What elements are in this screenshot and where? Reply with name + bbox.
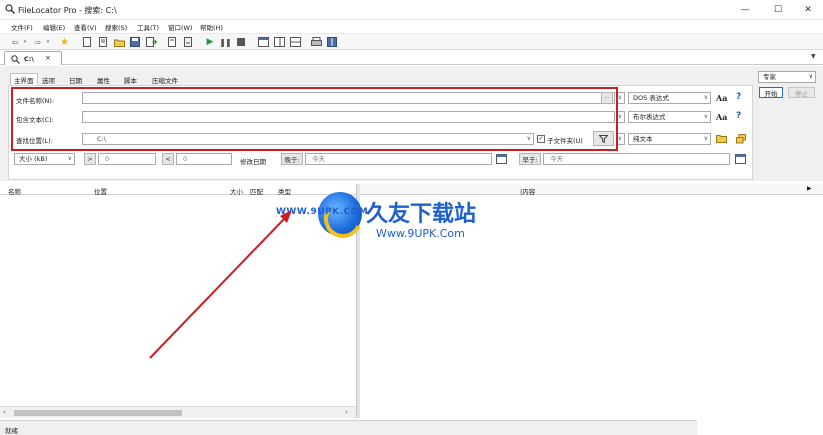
status-text: 就绪 — [5, 427, 18, 435]
corner-overlay — [697, 385, 823, 435]
annotation-arrow — [149, 210, 292, 359]
